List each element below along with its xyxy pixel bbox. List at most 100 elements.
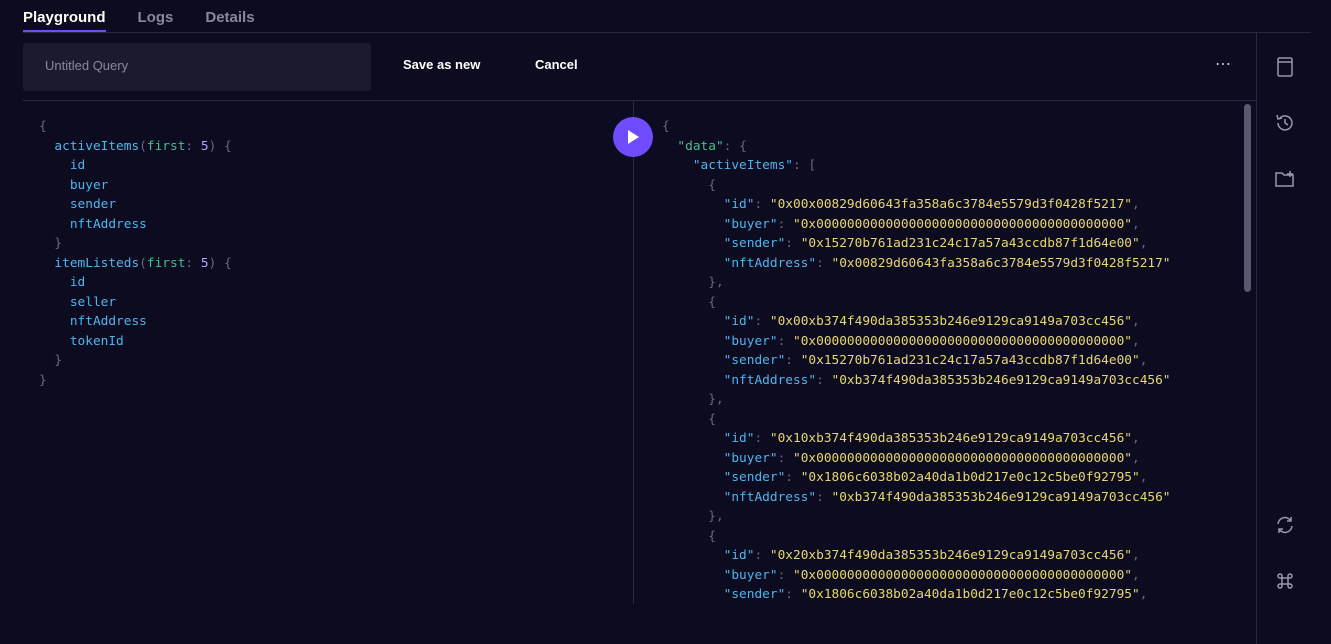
paren: ( (139, 138, 147, 154)
json-string: "0xb374f490da385353b246e9129ca9149a703cc… (831, 372, 1171, 388)
query-name-input[interactable]: Untitled Query (23, 43, 371, 91)
comma: , (1139, 236, 1148, 251)
json-key: "buyer" (723, 216, 778, 232)
json-string: "0x20xb374f490da385353b246e9129ca9149a70… (769, 548, 1132, 563)
comma: , (1132, 333, 1140, 349)
json-key: "sender" (723, 353, 786, 368)
json-key: "id" (723, 548, 755, 563)
comma: , (1132, 197, 1140, 212)
query-editor[interactable]: { activeItems(first: 5) { id buyer sende… (39, 117, 232, 390)
colon: : (754, 314, 770, 329)
json-key: "nftAddress" (723, 372, 817, 388)
comma: , (1132, 567, 1140, 583)
json-string: "0x10xb374f490da385353b246e9129ca9149a70… (769, 431, 1132, 446)
colon: : (777, 333, 793, 349)
json-key: "activeItems" (692, 158, 793, 173)
json-key: "sender" (723, 470, 786, 485)
brace: { (39, 119, 47, 134)
json-string: "0x0000000000000000000000000000000000000… (793, 333, 1132, 349)
toolbar-divider (23, 100, 1256, 101)
colon: : (185, 255, 201, 271)
brace: { (708, 411, 716, 427)
comma: , (1132, 216, 1140, 232)
brace: } (54, 236, 63, 251)
json-string: "0x1806c6038b02a40da1b0d217e0c12c5be0f92… (800, 470, 1140, 485)
brace: }, (708, 275, 724, 290)
save-as-new-button[interactable]: Save as new (403, 57, 480, 72)
colon: : (816, 255, 832, 271)
brace: }, (708, 509, 724, 524)
json-string: "0x1806c6038b02a40da1b0d217e0c12c5be0f92… (800, 587, 1140, 602)
json-key: "nftAddress" (723, 255, 817, 271)
colon: : (754, 197, 770, 212)
json-string: "0xb374f490da385353b246e9129ca9149a703cc… (831, 489, 1171, 505)
tab-playground[interactable]: Playground (23, 0, 106, 32)
query-field: tokenId (69, 333, 124, 349)
play-icon (628, 130, 639, 144)
paren: ) { (208, 255, 232, 271)
comma: , (1139, 587, 1148, 602)
colon: : (777, 567, 793, 583)
run-query-button[interactable] (613, 117, 653, 157)
json-string: "0x0000000000000000000000000000000000000… (793, 450, 1132, 466)
colon: : (185, 138, 201, 154)
pane-divider (633, 101, 634, 604)
colon: : (754, 548, 770, 563)
entity-name: itemListeds (54, 255, 140, 271)
brace: }, (708, 392, 724, 407)
colon: : (816, 372, 832, 388)
json-key: "buyer" (723, 567, 778, 583)
colon: : (785, 470, 801, 485)
json-key: "nftAddress" (723, 489, 817, 505)
json-string: "0x15270b761ad231c24c17a57a43ccdb87f1d64… (800, 353, 1140, 368)
tab-divider (23, 32, 1311, 33)
brace: : { (723, 138, 747, 154)
colon: : (777, 216, 793, 232)
arg-value: 5 (200, 255, 209, 271)
entity-name: activeItems (54, 138, 140, 154)
comma: , (1132, 314, 1140, 329)
colon: : (785, 353, 801, 368)
result-viewer: { "data": { "activeItems": [ { "id": "0x… (662, 117, 1171, 604)
colon: : (777, 450, 793, 466)
json-key: "sender" (723, 587, 786, 602)
query-field: seller (69, 294, 117, 310)
cancel-button[interactable]: Cancel (535, 57, 578, 72)
comma: , (1132, 450, 1140, 466)
refresh-icon[interactable] (1274, 514, 1296, 536)
query-field: nftAddress (69, 216, 147, 232)
brace: { (708, 528, 716, 544)
sidebar-divider (1256, 33, 1257, 644)
paren: ( (139, 255, 147, 271)
json-string: "0x0000000000000000000000000000000000000… (793, 216, 1132, 232)
json-key: "id" (723, 197, 755, 212)
arg-value: 5 (200, 138, 209, 154)
json-key: "buyer" (723, 450, 778, 466)
json-string: "0x00x00829d60643fa358a6c3784e5579d3f042… (769, 197, 1132, 212)
query-field: nftAddress (69, 314, 147, 329)
colon: : (785, 236, 801, 251)
tab-details[interactable]: Details (205, 0, 254, 33)
query-field: buyer (69, 177, 109, 193)
colon: : (785, 587, 801, 602)
json-string: "0x15270b761ad231c24c17a57a43ccdb87f1d64… (800, 236, 1140, 251)
history-icon[interactable] (1274, 112, 1296, 134)
command-icon[interactable] (1274, 570, 1296, 592)
brace: } (54, 353, 63, 368)
brace: } (39, 372, 47, 388)
query-field: id (69, 275, 86, 290)
comma: , (1139, 353, 1148, 368)
brace: : [ (793, 158, 817, 173)
saved-queries-icon[interactable] (1274, 56, 1296, 78)
more-options-icon[interactable]: ⋯ (1215, 54, 1232, 74)
json-key: "id" (723, 431, 755, 446)
json-string: "0x00829d60643fa358a6c3784e5579d3f0428f5… (831, 255, 1171, 271)
comma: , (1132, 548, 1140, 563)
tab-bar: Playground Logs Details (23, 0, 255, 33)
tab-logs[interactable]: Logs (138, 0, 174, 33)
brace: { (708, 294, 716, 310)
brace: { (708, 177, 716, 193)
result-scrollbar[interactable] (1244, 104, 1251, 292)
colon: : (816, 489, 832, 505)
new-folder-icon[interactable] (1274, 168, 1296, 190)
